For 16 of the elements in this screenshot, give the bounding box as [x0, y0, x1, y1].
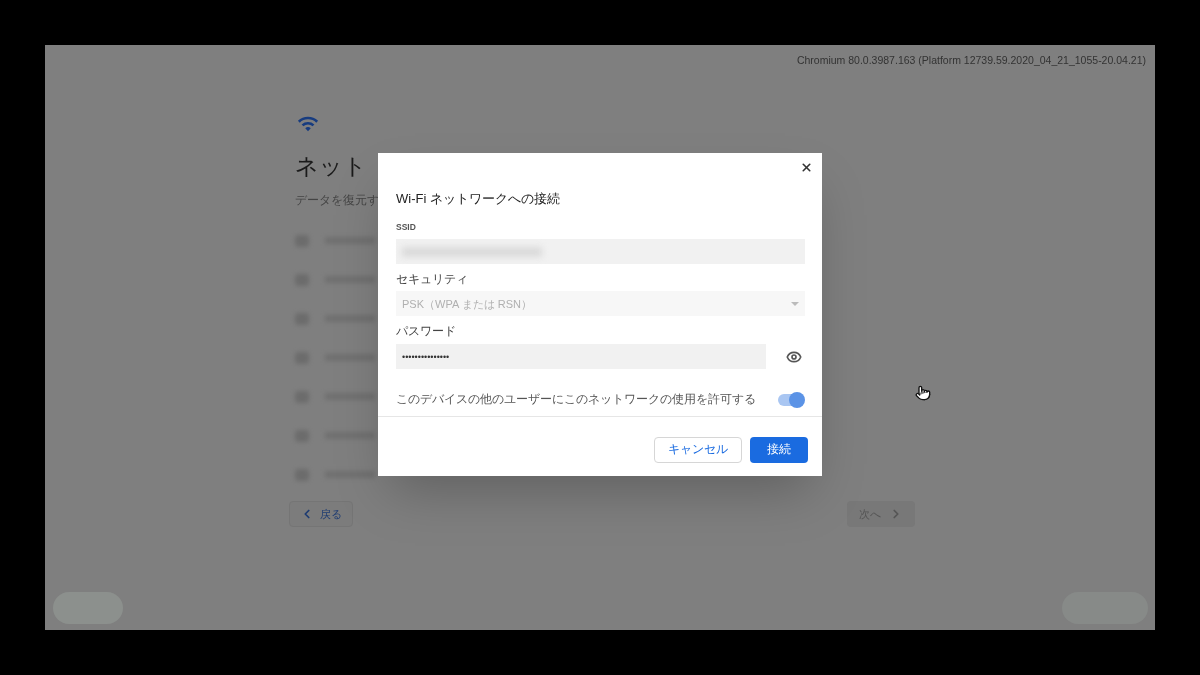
share-network-toggle[interactable] — [778, 393, 804, 406]
version-text: Chromium 80.0.3987.163 (Platform 12739.59.2020_04_21_1055-20.04.21) — [796, 53, 1146, 68]
back-button[interactable]: 戻る — [289, 501, 353, 527]
security-label: セキュリティ — [396, 272, 468, 287]
password-field[interactable]: ••••••••••••••• — [396, 344, 766, 370]
dialog-title: Wi-Fi ネットワークへの接続 — [396, 190, 560, 208]
close-icon — [799, 160, 813, 174]
ssid-label: SSID — [396, 220, 416, 234]
password-label: パスワード — [396, 324, 456, 339]
connect-button[interactable]: 接続 — [750, 436, 808, 463]
cancel-button[interactable]: キャンセル — [654, 436, 742, 463]
ssid-field[interactable] — [396, 239, 805, 265]
share-network-label: このデバイスの他のユーザーにこのネットワークの使用を許可する — [396, 392, 756, 408]
page-title: ネット — [295, 152, 367, 181]
dropdown-arrow-icon — [791, 301, 799, 306]
hand-cursor-icon — [915, 385, 931, 401]
